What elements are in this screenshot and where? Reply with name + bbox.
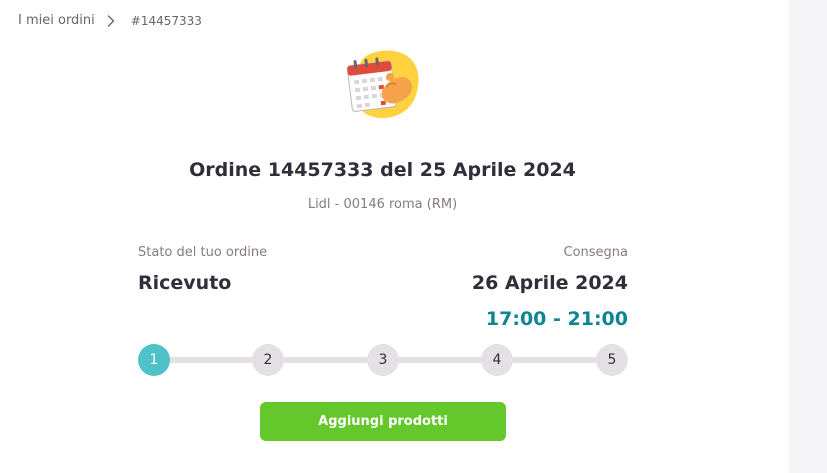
order-status-label: Stato del tuo ordine [138,245,268,260]
add-products-button[interactable]: Aggiungi prodotti [260,402,506,441]
delivery-label: Consegna [563,245,629,260]
store-address: Lidl - 00146 roma (RM) [307,197,458,212]
progress-step-2: 2 [252,344,284,376]
progress-step-3: 3 [367,344,399,376]
calendar-hand-illustration [346,49,420,121]
chevron-right-icon [107,14,117,28]
delivery-time-window: 17:00 - 21:00 [485,308,628,330]
order-status-value: Ricevuto [138,272,232,294]
progress-step-1: 1 [138,344,170,376]
delivery-date: 26 Aprile 2024 [471,272,628,294]
breadcrumb-current-order: #14457333 [130,13,202,28]
order-progress-stepper: 1 2 3 4 5 [138,344,628,376]
progress-step-4: 4 [481,344,513,376]
breadcrumb: I miei ordini #14457333 [18,13,202,28]
breadcrumb-my-orders-link[interactable]: I miei ordini [18,13,95,28]
side-panel-background [789,0,827,473]
order-detail-panel: I miei ordini #14457333 Ordine 14457333 … [0,0,789,473]
progress-step-5: 5 [596,344,628,376]
order-title: Ordine 14457333 del 25 Aprile 2024 [189,159,576,181]
